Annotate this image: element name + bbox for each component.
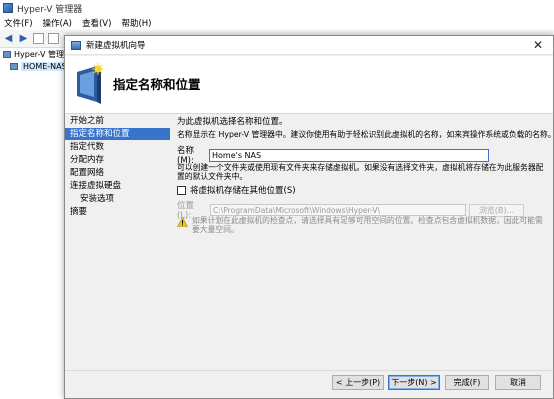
menu-file[interactable]: 文件(F) [4,17,33,29]
store-elsewhere-checkbox[interactable] [177,185,186,195]
dialog-titlebar[interactable]: 新建虚拟机向导 ✕ [65,36,553,55]
menu-bar: 文件(F) 操作(A) 查看(V) 帮助(H) [0,16,554,30]
cancel-button[interactable]: 取消 [495,375,541,390]
browse-button: 浏览(B)... [469,203,524,217]
finish-button[interactable]: 完成(F) [445,375,489,390]
wizard-window-icon [71,40,81,50]
hyperv-app-icon [3,3,13,13]
new-vm-wizard-dialog: 新建虚拟机向导 ✕ 指定名称和位置 开始之前 指定名称和位置 指定代数 分配内存… [64,35,554,399]
back-arrow-icon[interactable]: ◀ [3,33,14,44]
show-scope-icon[interactable] [33,33,44,44]
step-virtual-hard-disk[interactable]: 连接虚拟硬盘 [65,180,170,192]
menu-help[interactable]: 帮助(H) [121,17,151,29]
warning-text: 如果计划在此虚拟机的检查点，请选择具有足够可用空间的位置。检查点包含虚拟机数据，… [192,216,543,234]
store-elsewhere-row[interactable]: 将虚拟机存储在其他位置(S) [177,184,296,196]
step-name-and-location[interactable]: 指定名称和位置 [65,128,170,140]
app-title: Hyper-V 管理器 [17,4,83,15]
page-title: 指定名称和位置 [113,77,201,92]
previous-button[interactable]: < 上一步(P) [332,375,384,390]
step-memory[interactable]: 分配内存 [65,154,170,166]
server-icon [3,50,11,58]
warning-icon [177,217,188,227]
menu-action[interactable]: 操作(A) [43,17,72,29]
store-elsewhere-label[interactable]: 将虚拟机存储在其他位置(S) [190,184,296,196]
checkpoint-warning: 如果计划在此虚拟机的检查点，请选择具有足够可用空间的位置。检查点包含虚拟机数据，… [177,216,547,234]
step-networking[interactable]: 配置网络 [65,167,170,179]
app-titlebar: Hyper-V 管理器 [0,0,554,16]
new-vm-monitor-icon [77,63,103,104]
computer-icon [10,62,18,70]
name-description: 名称显示在 Hyper-V 管理器中。建议你使用有助于轻松识别此虚拟机的名称，如… [177,130,554,139]
step-installation-options[interactable]: 安装选项 [65,193,170,205]
dialog-title: 新建虚拟机向导 [86,41,146,51]
forward-arrow-icon[interactable]: ▶ [18,33,29,44]
folder-description: 可以创建一个文件夹或使用现有文件夹来存储虚拟机。如果没有选择文件夹，虚拟机将存储… [177,163,544,181]
wizard-header: 指定名称和位置 [65,56,553,114]
footer-divider [65,370,553,371]
location-input [210,204,466,216]
close-icon[interactable]: ✕ [531,38,545,52]
vm-name-input[interactable] [209,148,489,162]
step-before-you-begin[interactable]: 开始之前 [65,115,170,127]
step-generation[interactable]: 指定代数 [65,141,170,153]
menu-view[interactable]: 查看(V) [82,17,111,29]
properties-icon[interactable] [48,33,59,44]
intro-text: 为此虚拟机选择名称和位置。 [177,117,288,127]
step-summary[interactable]: 摘要 [65,206,170,218]
wizard-steps-nav: 开始之前 指定名称和位置 指定代数 分配内存 配置网络 连接虚拟硬盘 安装选项 … [65,115,170,365]
next-button[interactable]: 下一步(N) > [388,375,440,390]
